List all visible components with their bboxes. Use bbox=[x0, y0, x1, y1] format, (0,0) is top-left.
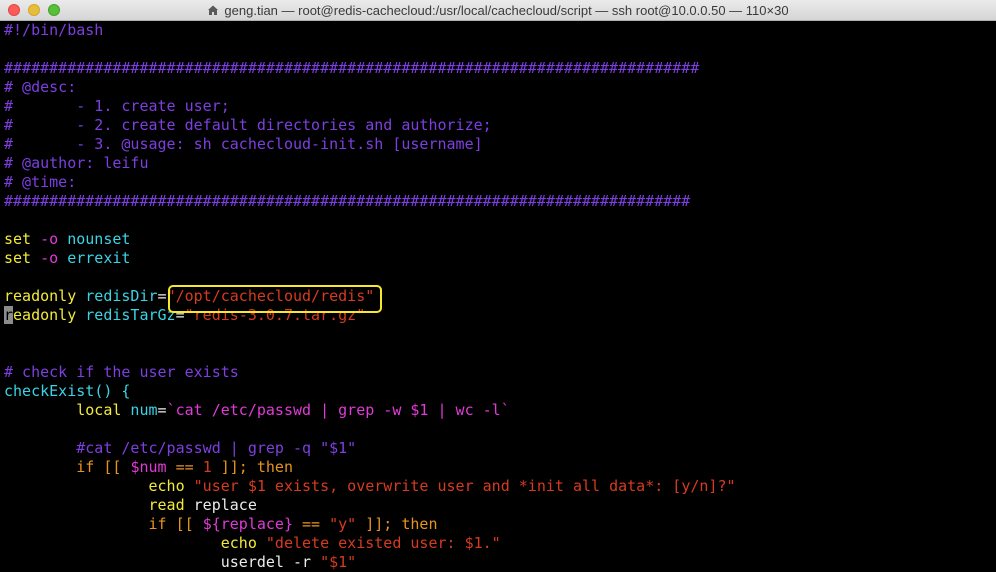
code-line-29: userdel -r "$1" bbox=[4, 553, 996, 572]
token-control: then bbox=[401, 515, 438, 533]
code-line-8: # @author: leifu bbox=[4, 154, 149, 172]
code-line-19: # check if the user exists bbox=[4, 363, 239, 381]
home-folder-icon bbox=[208, 5, 219, 15]
token-string: "user $1 exists, overwrite user and *ini… bbox=[184, 477, 736, 495]
code-line-5: # - 1. create user; bbox=[4, 97, 230, 115]
code-line-7: # - 3. @usage: sh cachecloud-init.sh [us… bbox=[4, 135, 483, 153]
code-line-26: read replace bbox=[4, 496, 996, 515]
token-operator: == bbox=[166, 458, 203, 476]
token-identifier: num bbox=[121, 401, 158, 419]
token-bracket: [[ bbox=[94, 458, 131, 476]
window-titlebar[interactable]: geng.tian — root@redis-cachecloud:/usr/l… bbox=[0, 0, 996, 21]
terminal-content[interactable]: #!/bin/bash ############################… bbox=[0, 21, 996, 571]
token-variable: ${replace} bbox=[202, 515, 293, 533]
token-string: "redis-3.0.7.tar.gz" bbox=[184, 306, 366, 324]
code-line-3: ########################################… bbox=[4, 59, 700, 77]
code-line-24: if [[ $num == 1 ]]; then bbox=[4, 458, 996, 477]
token-string: "y" bbox=[329, 515, 357, 533]
code-line-10: ########################################… bbox=[4, 192, 691, 210]
minimize-window-button[interactable] bbox=[28, 4, 40, 16]
token-string: "delete existed user: $1." bbox=[256, 534, 501, 552]
code-line-9: # @time: bbox=[4, 173, 77, 191]
code-line-25: echo "user $1 exists, overwrite user and… bbox=[4, 477, 996, 496]
close-window-button[interactable] bbox=[8, 4, 20, 16]
code-line-13: set -o errexit bbox=[4, 249, 996, 268]
token-option: -o bbox=[31, 249, 68, 267]
token-value: errexit bbox=[67, 249, 131, 267]
token-bracket: ]]; bbox=[356, 515, 402, 533]
token-keyword: readonly bbox=[4, 287, 77, 305]
token-bracket: [[ bbox=[166, 515, 203, 533]
token-command: userdel -r bbox=[220, 553, 321, 571]
token-keyword: echo bbox=[148, 477, 185, 495]
code-line-1: #!/bin/bash bbox=[4, 21, 104, 39]
token-equals: = bbox=[157, 287, 167, 305]
token-identifier: redisTarGz bbox=[76, 306, 176, 324]
token-control: if bbox=[76, 458, 95, 476]
maximize-window-button[interactable] bbox=[48, 4, 60, 16]
token-string: "/opt/cachecloud/redis" bbox=[166, 287, 375, 305]
token-option: -o bbox=[31, 230, 68, 248]
token-variable: $num bbox=[130, 458, 167, 476]
token-string: "$1" bbox=[320, 553, 357, 571]
token-equals: = bbox=[175, 306, 185, 324]
token-number: 1 bbox=[202, 458, 212, 476]
token-keyword: read bbox=[148, 496, 185, 514]
token-keyword: echo bbox=[220, 534, 257, 552]
code-line-4: # @desc: bbox=[4, 78, 77, 96]
token-control: then bbox=[256, 458, 293, 476]
code-line-12: set -o nounset bbox=[4, 230, 996, 249]
token-keyword: local bbox=[76, 401, 122, 419]
token-bracket: ]]; bbox=[211, 458, 257, 476]
token-keyword: eadonly bbox=[13, 306, 77, 324]
code-line-28: echo "delete existed user: $1." bbox=[4, 534, 996, 553]
token-function: checkExist bbox=[4, 382, 95, 400]
code-line-21: local num=`cat /etc/passwd | grep -w $1 … bbox=[4, 401, 996, 420]
code-line-6: # - 2. create default directories and au… bbox=[4, 116, 492, 134]
code-line-27: if [[ ${replace} == "y" ]]; then bbox=[4, 515, 996, 534]
window-title: geng.tian — root@redis-cachecloud:/usr/l… bbox=[224, 2, 789, 18]
token-operator: == bbox=[293, 515, 330, 533]
token-keyword: set bbox=[4, 230, 32, 248]
token-punct: () { bbox=[94, 382, 131, 400]
window-controls bbox=[8, 4, 60, 16]
code-line-23: #cat /etc/passwd | grep -q "$1" bbox=[4, 439, 996, 458]
token-equals: = bbox=[157, 401, 167, 419]
window-title-wrap: geng.tian — root@redis-cachecloud:/usr/l… bbox=[207, 2, 789, 18]
token-command: `cat /etc/passwd | grep -w $1 | wc -l` bbox=[166, 401, 510, 419]
token-identifier: replace bbox=[184, 496, 257, 514]
token-keyword: set bbox=[4, 249, 32, 267]
token-identifier: redisDir bbox=[76, 287, 158, 305]
token-comment: #cat /etc/passwd | grep -q "$1" bbox=[76, 439, 357, 457]
code-line-20: checkExist() { bbox=[4, 382, 996, 401]
token-control: if bbox=[148, 515, 167, 533]
text-cursor: r bbox=[4, 306, 14, 324]
code-line-16: readonly redisTarGz="redis-3.0.7.tar.gz" bbox=[4, 306, 996, 325]
token-value: nounset bbox=[67, 230, 131, 248]
code-line-15: readonly redisDir="/opt/cachecloud/redis… bbox=[4, 287, 996, 306]
